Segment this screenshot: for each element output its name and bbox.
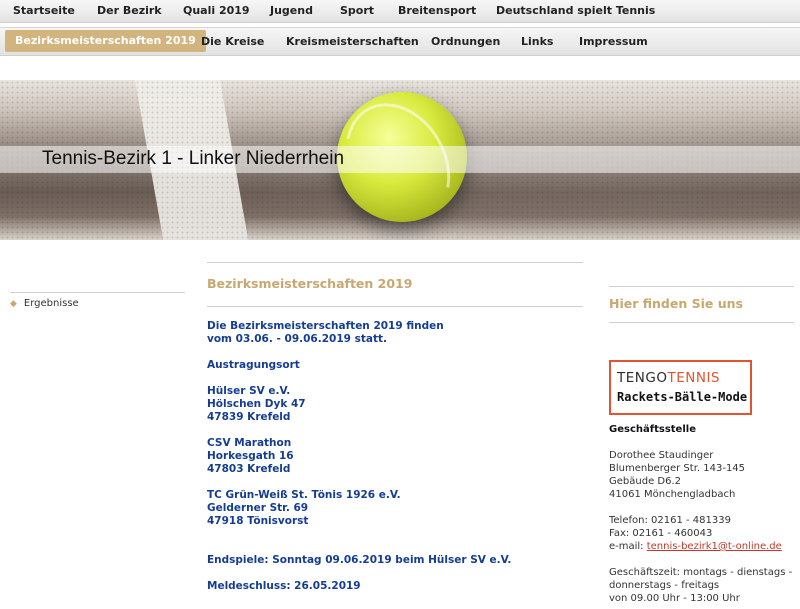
diamond-bullet-icon: ◆	[10, 299, 17, 309]
nav-der-bezirk[interactable]: Der Bezirk	[97, 4, 162, 17]
subnav-die-kreise[interactable]: Die Kreise	[201, 35, 264, 48]
text-line: Austragungsort	[207, 359, 300, 371]
email-label: e-mail:	[609, 541, 647, 552]
subnav-bezirksmeisterschaften-2019[interactable]: Bezirksmeisterschaften 2019	[5, 30, 206, 52]
nav-breitensport[interactable]: Breitensport	[398, 4, 476, 17]
address-line	[609, 501, 792, 514]
office-heading: Geschäftsstelle	[609, 424, 696, 435]
divider	[10, 292, 185, 293]
text-line: CSV Marathon	[207, 437, 292, 449]
text-line	[207, 424, 511, 437]
nav-quali-2019[interactable]: Quali 2019	[183, 4, 250, 17]
hours-line	[609, 553, 792, 566]
email-link[interactable]: tennis-bezirk1@t-online.de	[647, 541, 782, 552]
fax-line: Fax: 02161 - 460043	[609, 528, 713, 539]
main-nav: Startseite Der Bezirk Quali 2019 Jugend …	[0, 0, 800, 23]
subnav-impressum[interactable]: Impressum	[579, 35, 648, 48]
address-line: 41061 Mönchengladbach	[609, 489, 736, 500]
text-line	[207, 528, 511, 541]
text-line: Gelderner Str. 69	[207, 502, 309, 514]
text-line: TC Grün-Weiß St. Tönis 1926 e.V.	[207, 489, 401, 501]
email-line: e-mail: tennis-bezirk1@t-online.de	[609, 540, 792, 553]
sub-nav: Bezirksmeisterschaften 2019 Die Kreise K…	[0, 27, 800, 56]
ad-logo: TENGOTENNIS	[617, 370, 720, 386]
subnav-ordnungen[interactable]: Ordnungen	[431, 35, 500, 48]
tengo-tennis-ad[interactable]: TENGOTENNIS Rackets-Bälle-Mode	[609, 360, 752, 415]
divider	[207, 306, 583, 307]
text-line: Meldeschluss: 26.05.2019	[207, 580, 361, 592]
address-line: Blumenberger Str. 143-145	[609, 463, 746, 474]
phone-line: Telefon: 02161 - 481339	[609, 515, 731, 526]
nav-sport[interactable]: Sport	[340, 4, 374, 17]
text-line: Hülser SV e.V.	[207, 385, 291, 397]
divider	[207, 262, 583, 263]
ad-tagline: Rackets-Bälle-Mode	[617, 390, 748, 404]
divider	[609, 322, 794, 323]
text-line: vom 03.06. - 09.06.2019 statt.	[207, 333, 387, 345]
text-line: 47803 Krefeld	[207, 463, 291, 475]
text-line: Die Bezirksmeisterschaften 2019 finden	[207, 320, 444, 332]
subnav-links[interactable]: Links	[521, 35, 553, 48]
nav-jugend[interactable]: Jugend	[270, 4, 313, 17]
subnav-kreismeisterschaften[interactable]: Kreismeisterschaften	[286, 35, 419, 48]
nav-deutschland-spielt-tennis[interactable]: Deutschland spielt Tennis	[496, 4, 655, 17]
text-line	[207, 372, 511, 385]
left-nav: ◆ Ergebnisse	[10, 298, 79, 309]
text-line: Hölschen Dyk 47	[207, 398, 306, 410]
text-line: Horkesgath 16	[207, 450, 294, 462]
address-line: Gebäude D6.2	[609, 476, 681, 487]
divider	[609, 286, 794, 287]
address-line: Dorothee Staudinger	[609, 450, 714, 461]
left-nav-item-ergebnisse[interactable]: Ergebnisse	[24, 298, 79, 309]
text-line: 47918 Tönisvorst	[207, 515, 309, 527]
text-line	[207, 476, 511, 489]
text-line	[207, 567, 511, 580]
hours-line: Geschäftszeit: montags - dienstags -	[609, 567, 793, 578]
text-line	[207, 541, 511, 554]
nav-startseite[interactable]: Startseite	[13, 4, 75, 17]
text-line: 47839 Krefeld	[207, 411, 291, 423]
site-title: Tennis-Bezirk 1 - Linker Niederrhein	[42, 148, 345, 169]
main-text: Die Bezirksmeisterschaften 2019 finden v…	[207, 320, 511, 593]
contact-address: Dorothee Staudinger Blumenberger Str. 14…	[609, 449, 792, 605]
text-line	[207, 346, 511, 359]
sidebar-heading: Hier finden Sie uns	[609, 296, 743, 311]
page-heading: Bezirksmeisterschaften 2019	[207, 276, 413, 291]
main-content: Bezirksmeisterschaften 2019	[207, 276, 577, 291]
hours-line: von 09.00 Uhr - 13:00 Uhr	[609, 593, 740, 604]
text-line: Endspiele: Sonntag 09.06.2019 beim Hülse…	[207, 554, 512, 566]
hours-line: donnerstags - freitags	[609, 580, 720, 591]
header-banner: Tennis-Bezirk 1 - Linker Niederrhein	[0, 80, 800, 240]
